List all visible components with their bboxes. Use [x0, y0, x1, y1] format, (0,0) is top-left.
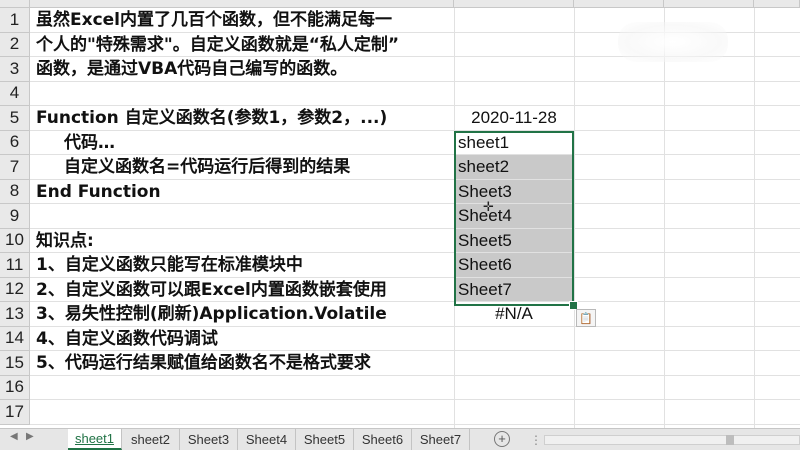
row-header[interactable]: 9 [0, 204, 30, 229]
row-header[interactable]: 3 [0, 57, 30, 82]
sheet-tab-bar: ◀ ▶ sheet1 sheet2 Sheet3 Sheet4 Sheet5 Sheet6… [0, 428, 800, 450]
column-header-f[interactable] [574, 0, 664, 8]
column-header-e[interactable] [454, 0, 574, 8]
cell-e11[interactable]: Sheet6 [455, 253, 573, 277]
row-header[interactable]: 13 [0, 302, 30, 327]
cell-e7[interactable]: sheet2 [455, 155, 573, 179]
cell-a1[interactable]: 虽然Excel内置了几百个函数，但不能满足每一 [36, 8, 392, 32]
sheet-tab-sheet5[interactable]: Sheet5 [296, 429, 354, 450]
row-header[interactable]: 17 [0, 400, 30, 425]
cell-e5[interactable]: 2020-11-28 [455, 106, 573, 130]
glare-overlay [618, 22, 728, 62]
cell-e12[interactable]: Sheet7 [455, 277, 573, 301]
row-header[interactable]: 10 [0, 228, 30, 253]
row-header[interactable]: 15 [0, 351, 30, 376]
scrollbar-track[interactable] [544, 435, 800, 445]
horizontal-scrollbar[interactable]: ⋮ [530, 433, 800, 447]
cell-e6[interactable]: sheet1 [455, 131, 573, 155]
row-header[interactable]: 2 [0, 32, 30, 57]
table-row [30, 204, 800, 229]
cell-a12[interactable]: 2、自定义函数可以跟Excel内置函数嵌套使用 [36, 278, 387, 302]
sheet-tab-sheet7[interactable]: Sheet7 [412, 429, 470, 450]
table-row [30, 400, 800, 425]
cell-a3[interactable]: 函数，是通过VBA代码自己编写的函数。 [36, 57, 347, 81]
table-row [30, 82, 800, 106]
sheet-tab-sheet4[interactable]: Sheet4 [238, 429, 296, 450]
cell-a6[interactable]: 代码… [64, 131, 115, 155]
row-header[interactable]: 7 [0, 155, 30, 180]
sheet-tab-sheet6[interactable]: Sheet6 [354, 429, 412, 450]
row-header[interactable]: 11 [0, 253, 30, 278]
sheet-tab-sheet3[interactable]: Sheet3 [180, 429, 238, 450]
column-header-h[interactable] [754, 0, 800, 8]
cell-e13[interactable]: #N/A [455, 302, 573, 326]
row-header[interactable]: 14 [0, 326, 30, 351]
column-header-corner[interactable] [0, 0, 30, 8]
row-header[interactable]: 5 [0, 106, 30, 131]
cell-a13[interactable]: 3、易失性控制(刷新)Application.Volatile [36, 302, 387, 326]
add-sheet-button[interactable]: + [494, 431, 510, 447]
paste-options-button[interactable]: 📋 [576, 309, 596, 327]
tab-scroll-left-icon[interactable]: ◀ [10, 431, 18, 442]
row-header[interactable]: 1 [0, 8, 30, 33]
cell-e8[interactable]: Sheet3 [455, 179, 573, 203]
sheet-tab-sheet2[interactable]: sheet2 [122, 429, 180, 450]
row-header[interactable]: 8 [0, 179, 30, 204]
cell-a10[interactable]: 知识点: [36, 229, 94, 253]
scrollbar-thumb[interactable] [726, 435, 734, 445]
cell-a8[interactable]: End Function [36, 180, 161, 204]
tab-scroll-right-icon[interactable]: ▶ [26, 431, 34, 442]
cell-a7[interactable]: 自定义函数名=代码运行后得到的结果 [64, 155, 350, 179]
cell-e9[interactable]: Sheet4 [455, 204, 573, 228]
row-header[interactable]: 6 [0, 130, 30, 155]
row-header[interactable]: 12 [0, 277, 30, 302]
row-header[interactable]: 4 [0, 81, 30, 106]
spreadsheet-grid[interactable]: 1 2 3 4 5 6 7 8 9 10 11 12 13 14 15 16 17 虽然Excel内置了几百个函数… [0, 0, 800, 428]
cell-e10[interactable]: Sheet5 [455, 228, 573, 252]
table-row [30, 131, 800, 155]
cell-a15[interactable]: 5、代码运行结果赋值给函数名不是格式要求 [36, 351, 371, 375]
column-header-g[interactable] [664, 0, 754, 8]
table-row [30, 376, 800, 400]
clipboard-icon: 📋 [579, 311, 593, 325]
cell-a14[interactable]: 4、自定义函数代码调试 [36, 327, 218, 351]
split-handle-icon[interactable]: ⋮ [530, 433, 542, 447]
column-header-a[interactable] [30, 0, 454, 8]
sheet-tab-sheet1[interactable]: sheet1 [68, 429, 122, 450]
table-row [30, 229, 800, 253]
cell-a5[interactable]: Function 自定义函数名(参数1，参数2，...) [36, 106, 387, 130]
cell-a11[interactable]: 1、自定义函数只能写在标准模块中 [36, 253, 303, 277]
mouse-cursor-icon: ✛ [483, 200, 494, 215]
row-header[interactable]: 16 [0, 375, 30, 400]
cell-a2[interactable]: 个人的"特殊需求"。自定义函数就是“私人定制” [36, 33, 399, 57]
